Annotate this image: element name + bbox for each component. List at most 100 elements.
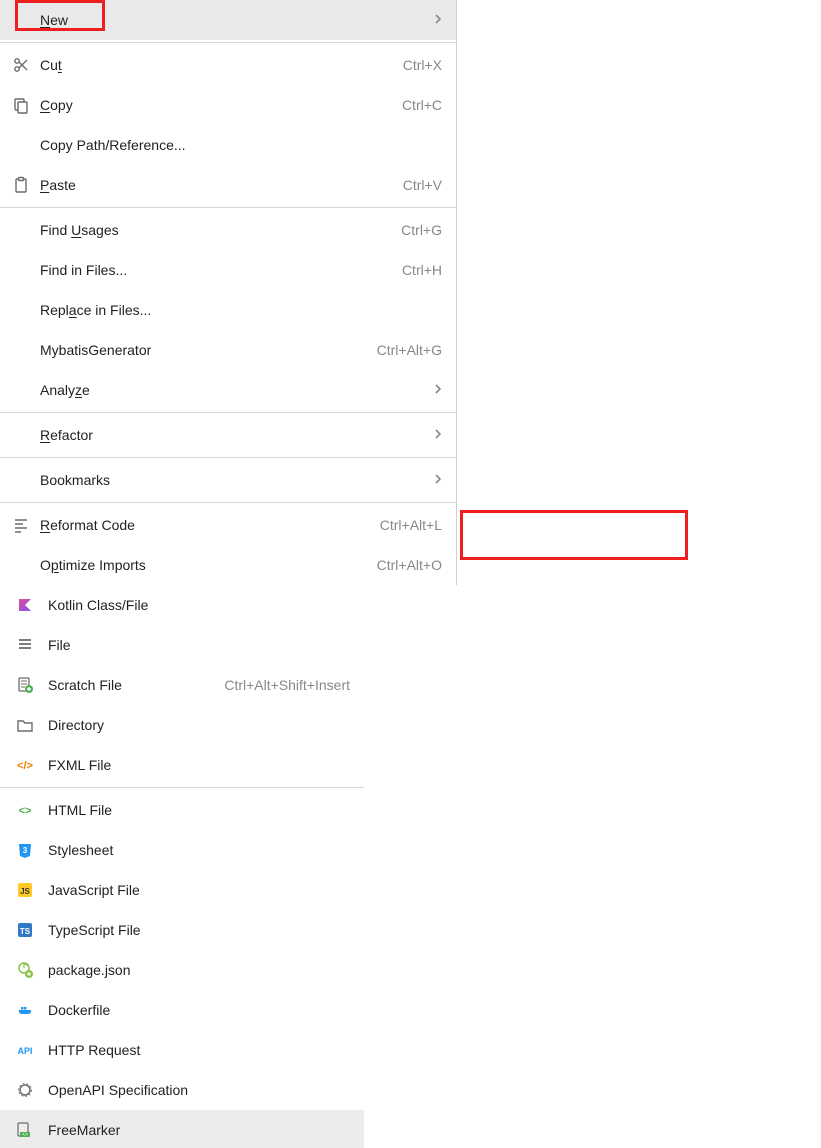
menu-item-file[interactable]: File — [0, 625, 364, 665]
chevron-right-icon — [434, 427, 442, 443]
menu-item-directory[interactable]: Directory — [0, 705, 364, 745]
menu-item-shortcut: Ctrl+Alt+G — [377, 342, 442, 358]
kotlin-icon — [16, 596, 48, 614]
svg-text:TS: TS — [20, 927, 31, 936]
menu-item-openapi[interactable]: OpenAPI Specification — [0, 1070, 364, 1110]
menu-item-scratch[interactable]: Scratch File Ctrl+Alt+Shift+Insert — [0, 665, 364, 705]
menu-item-label: Cut — [40, 57, 62, 73]
npm-icon — [16, 961, 48, 979]
scissors-icon — [12, 56, 40, 74]
menu-item-paste[interactable]: Paste Ctrl+V — [0, 165, 456, 205]
menu-item-label: OpenAPI Specification — [48, 1082, 188, 1098]
fxml-icon: </> — [16, 756, 48, 774]
chevron-right-icon — [434, 12, 442, 28]
menu-item-refactor[interactable]: Refactor — [0, 415, 456, 455]
chevron-right-icon — [434, 472, 442, 488]
menu-item-label: Scratch File — [48, 677, 122, 693]
menu-item-mybatisgen[interactable]: MybatisGenerator Ctrl+Alt+G — [0, 330, 456, 370]
menu-item-label: HTTP Request — [48, 1042, 140, 1058]
ts-icon: TS — [16, 921, 48, 939]
menu-item-label: Copy Path/Reference... — [40, 137, 186, 153]
menu-item-replaceinfiles[interactable]: Replace in Files... — [0, 290, 456, 330]
menu-item-label: Dockerfile — [48, 1002, 110, 1018]
new-submenu: Kotlin Class/File File Scratch File Ctrl+Al… — [0, 585, 364, 1148]
menu-item-dockerfile[interactable]: Dockerfile — [0, 990, 364, 1030]
menu-item-shortcut: Ctrl+G — [401, 222, 442, 238]
menu-item-label: FXML File — [48, 757, 111, 773]
menu-item-label: Stylesheet — [48, 842, 113, 858]
menu-separator — [0, 42, 456, 43]
folder-icon — [16, 716, 48, 734]
menu-item-label: JavaScript File — [48, 882, 140, 898]
menu-separator — [0, 207, 456, 208]
menu-item-copypath[interactable]: Copy Path/Reference... — [0, 125, 456, 165]
menu-item-label: Find Usages — [40, 222, 119, 238]
menu-item-stylesheet[interactable]: 3 Stylesheet — [0, 830, 364, 870]
menu-item-label: Analyze — [40, 382, 90, 398]
js-icon: JS — [16, 881, 48, 899]
svg-text:3: 3 — [23, 846, 28, 855]
menu-item-new[interactable]: New — [0, 0, 456, 40]
svg-text:API: API — [17, 1046, 32, 1056]
menu-separator — [0, 787, 364, 788]
menu-item-shortcut: Ctrl+Alt+O — [377, 557, 442, 573]
menu-item-packagejson[interactable]: package.json — [0, 950, 364, 990]
chevron-right-icon — [434, 382, 442, 398]
menu-item-shortcut: Ctrl+Alt+Shift+Insert — [224, 677, 350, 693]
menu-item-label: Find in Files... — [40, 262, 127, 278]
menu-item-cut[interactable]: Cut Ctrl+X — [0, 45, 456, 85]
reformat-icon — [12, 516, 40, 534]
scratch-icon — [16, 676, 48, 694]
menu-item-shortcut: Ctrl+C — [402, 97, 442, 113]
menu-item-shortcut: Ctrl+Alt+L — [380, 517, 442, 533]
openapi-icon — [16, 1081, 48, 1099]
svg-text:<>: <> — [19, 805, 32, 817]
menu-item-copy[interactable]: Copy Ctrl+C — [0, 85, 456, 125]
menu-item-html[interactable]: <> HTML File — [0, 790, 364, 830]
menu-item-shortcut: Ctrl+H — [402, 262, 442, 278]
menu-item-analyze[interactable]: Analyze — [0, 370, 456, 410]
menu-item-freemarker[interactable]: <> FreeMarker — [0, 1110, 364, 1148]
menu-item-http[interactable]: API HTTP Request — [0, 1030, 364, 1070]
menu-item-label: FreeMarker — [48, 1122, 120, 1138]
menu-item-label: File — [48, 637, 71, 653]
menu-item-label: HTML File — [48, 802, 112, 818]
menu-item-js[interactable]: JS JavaScript File — [0, 870, 364, 910]
file-lines-icon — [16, 636, 48, 654]
menu-item-label: Bookmarks — [40, 472, 110, 488]
menu-item-kotlin[interactable]: Kotlin Class/File — [0, 585, 364, 625]
menu-item-label: Paste — [40, 177, 76, 193]
clipboard-icon — [12, 176, 40, 194]
menu-separator — [0, 412, 456, 413]
html-icon: <> — [16, 801, 48, 819]
menu-item-label: Directory — [48, 717, 104, 733]
menu-item-optimize[interactable]: Optimize Imports Ctrl+Alt+O — [0, 545, 456, 585]
svg-text:<>: <> — [22, 1132, 28, 1138]
menu-item-label: Refactor — [40, 427, 93, 443]
menu-item-reformat[interactable]: Reformat Code Ctrl+Alt+L — [0, 505, 456, 545]
menu-item-label: package.json — [48, 962, 131, 978]
menu-item-findinfiles[interactable]: Find in Files... Ctrl+H — [0, 250, 456, 290]
context-menu-left: New Cut Ctrl+X Copy Ctrl+C Copy Path/Referenc… — [0, 0, 457, 585]
menu-item-bookmarks[interactable]: Bookmarks — [0, 460, 456, 500]
menu-separator — [0, 457, 456, 458]
api-icon: API — [16, 1041, 48, 1059]
freemarker-icon: <> — [16, 1121, 48, 1139]
annotation-highlight-freemarker — [460, 510, 688, 560]
menu-item-label: MybatisGenerator — [40, 342, 151, 358]
copy-icon — [12, 96, 40, 114]
menu-separator — [0, 502, 456, 503]
svg-text:</>: </> — [17, 760, 33, 772]
menu-item-ts[interactable]: TS TypeScript File — [0, 910, 364, 950]
menu-item-label: TypeScript File — [48, 922, 141, 938]
svg-text:JS: JS — [20, 887, 30, 896]
menu-item-findusages[interactable]: Find Usages Ctrl+G — [0, 210, 456, 250]
menu-item-label: Kotlin Class/File — [48, 597, 148, 613]
menu-item-shortcut: Ctrl+V — [403, 177, 442, 193]
menu-item-label: Copy — [40, 97, 73, 113]
menu-item-shortcut: Ctrl+X — [403, 57, 442, 73]
menu-item-fxml[interactable]: </> FXML File — [0, 745, 364, 785]
docker-icon — [16, 1001, 48, 1019]
menu-item-label: Reformat Code — [40, 517, 135, 533]
menu-item-label: Optimize Imports — [40, 557, 146, 573]
